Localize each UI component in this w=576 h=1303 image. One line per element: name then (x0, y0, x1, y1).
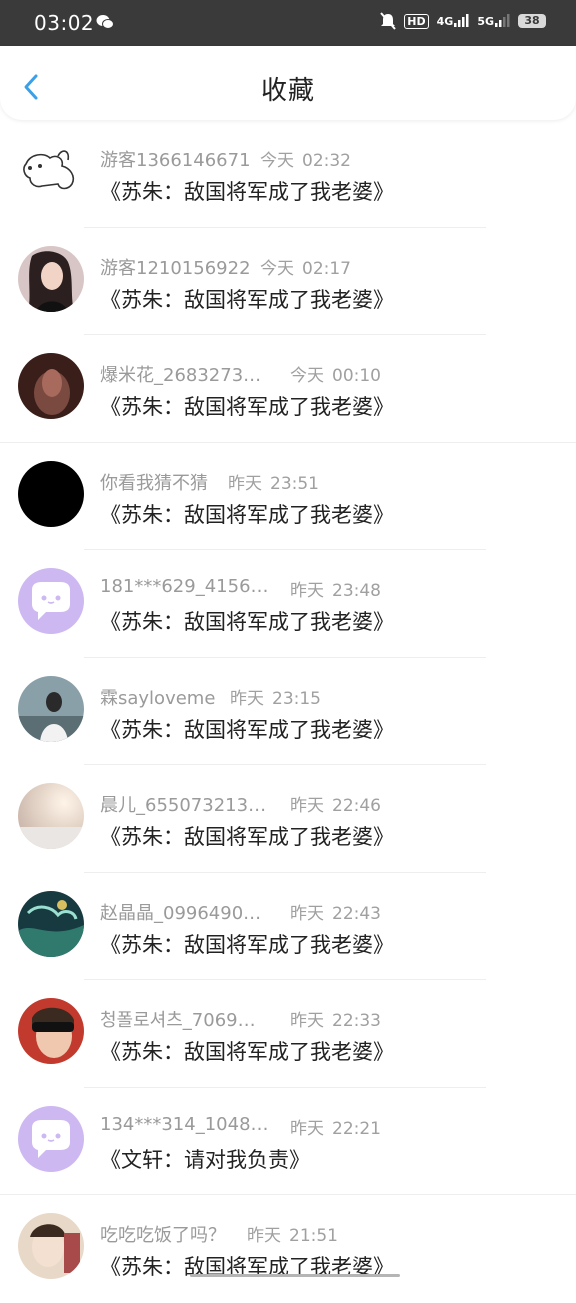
user-photo (18, 890, 84, 957)
username: 134***314_1048… (100, 1113, 269, 1135)
avatar (18, 138, 84, 204)
battery-icon: 38 (518, 14, 546, 28)
book-title[interactable]: 《苏朱：敌国将军成了我老婆》 (100, 929, 394, 959)
username: 你看我猜不猜 (100, 472, 208, 494)
user-photo (18, 353, 84, 419)
avatar (18, 1213, 84, 1279)
username: 霖sayloveme (100, 687, 216, 709)
hd-badge: HD (404, 13, 429, 29)
avatar (18, 783, 84, 849)
list-item[interactable]: 청폴로셔츠_7069… 昨天 22:33 《苏朱：敌国将军成了我老婆》 (0, 980, 576, 1088)
avatar (18, 460, 84, 527)
book-title[interactable]: 《苏朱：敌国将军成了我老婆》 (100, 606, 394, 636)
list-item[interactable]: 游客1210156922 今天 02:17 《苏朱：敌国将军成了我老婆》 (0, 228, 576, 335)
timestamp: 昨天 23:51 (228, 473, 319, 494)
user-photo (18, 998, 84, 1064)
avatar (18, 1105, 84, 1172)
status-icons: HD 4G 5G 38 (380, 12, 546, 30)
status-time: 03:02 (34, 11, 95, 35)
list-item[interactable]: 霖sayloveme 昨天 23:15 《苏朱：敌国将军成了我老婆》 (0, 658, 576, 765)
list-item[interactable]: 游客1366146671 今天 02:32 《苏朱：敌国将军成了我老婆》 (0, 120, 576, 228)
username: 吃吃吃饭了吗？ (100, 1225, 226, 1246)
top-bar: 收藏 (0, 46, 576, 120)
timestamp: 今天 02:32 (260, 151, 351, 171)
avatar (18, 890, 84, 957)
timestamp: 昨天 22:21 (290, 1118, 381, 1139)
book-title[interactable]: 《苏朱：敌国将军成了我老婆》 (100, 1036, 394, 1066)
dog-sketch-icon (18, 138, 84, 204)
book-title[interactable]: 《苏朱：敌国将军成了我老婆》 (100, 821, 394, 851)
user-photo (18, 245, 84, 312)
user-photo (18, 1213, 84, 1279)
username: 赵晶晶_0996490… (100, 902, 262, 924)
favorites-list: 游客1366146671 今天 02:32 《苏朱：敌国将军成了我老婆》 游客12… (0, 120, 576, 1303)
timestamp: 昨天 23:15 (230, 688, 321, 709)
timestamp: 昨天 23:48 (290, 581, 381, 601)
user-photo (18, 675, 84, 742)
user-photo (18, 783, 84, 849)
mute-bell-icon (380, 12, 397, 30)
username: 181***629_4156… (100, 576, 269, 597)
book-title[interactable]: 《苏朱：敌国将军成了我老婆》 (100, 176, 394, 206)
username: 游客1210156922 (100, 257, 251, 279)
book-title[interactable]: 《苏朱：敌国将军成了我老婆》 (100, 391, 394, 421)
timestamp: 昨天 22:43 (290, 903, 381, 924)
page-title: 收藏 (260, 76, 315, 106)
avatar (18, 998, 84, 1064)
username: 晨儿_655073213… (100, 795, 267, 816)
signal-4g-icon: 4G (437, 14, 470, 28)
chat-bubble-icon (18, 1105, 84, 1172)
list-item[interactable]: 181***629_4156… 昨天 23:48 《苏朱：敌国将军成了我老婆》 (0, 550, 576, 658)
avatar (18, 353, 84, 419)
avatar (18, 568, 84, 634)
chat-bubble-icon (18, 568, 84, 634)
home-indicator[interactable] (190, 1274, 400, 1277)
timestamp: 今天 00:10 (290, 366, 381, 386)
book-title[interactable]: 《苏朱：敌国将军成了我老婆》 (100, 714, 394, 744)
list-item[interactable]: 你看我猜不猜 昨天 23:51 《苏朱：敌国将军成了我老婆》 (0, 443, 576, 550)
username: 청폴로셔츠_7069… (100, 1010, 256, 1031)
avatar (18, 245, 84, 312)
timestamp: 昨天 22:33 (290, 1011, 381, 1031)
avatar (18, 675, 84, 742)
timestamp: 昨天 22:46 (290, 796, 381, 816)
status-bar: 03:02 HD 4G 5G 38 (0, 0, 576, 46)
book-title[interactable]: 《文轩：请对我负责》 (100, 1144, 310, 1174)
list-item[interactable]: 吃吃吃饭了吗？ 昨天 21:51 《苏朱：敌国将军成了我老婆》 (0, 1195, 576, 1303)
username: 爆米花_2683273… (100, 365, 262, 386)
signal-5g-icon: 5G (477, 14, 510, 28)
book-title[interactable]: 《苏朱：敌国将军成了我老婆》 (100, 284, 394, 314)
book-title[interactable]: 《苏朱：敌国将军成了我老婆》 (100, 499, 394, 529)
list-item[interactable]: 晨儿_655073213… 昨天 22:46 《苏朱：敌国将军成了我老婆》 (0, 765, 576, 873)
list-item[interactable]: 爆米花_2683273… 今天 00:10 《苏朱：敌国将军成了我老婆》 (0, 335, 576, 443)
timestamp: 今天 02:17 (260, 258, 351, 279)
list-item[interactable]: 赵晶晶_0996490… 昨天 22:43 《苏朱：敌国将军成了我老婆》 (0, 873, 576, 980)
username: 游客1366146671 (100, 150, 251, 171)
timestamp: 昨天 21:51 (247, 1226, 338, 1246)
wechat-icon (96, 15, 114, 29)
list-item[interactable]: 134***314_1048… 昨天 22:21 《文轩：请对我负责》 (0, 1088, 576, 1195)
